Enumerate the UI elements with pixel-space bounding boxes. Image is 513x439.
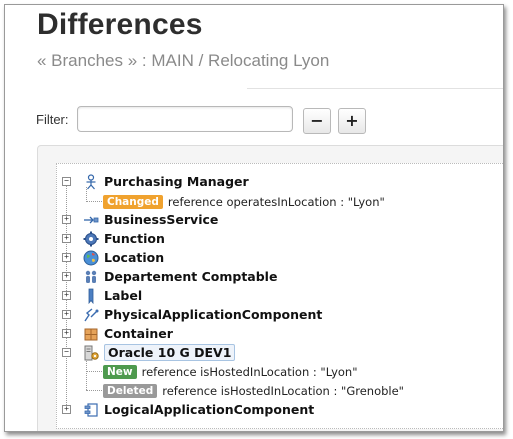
tree-node-label: Container: [104, 326, 173, 341]
logical-component-icon: [83, 402, 99, 418]
tree-line: [86, 371, 102, 372]
filter-label: Filter:: [36, 112, 69, 127]
breadcrumb-path: : MAIN / Relocating Lyon: [141, 51, 330, 70]
tree-toggle-collapse[interactable]: −: [62, 348, 71, 357]
tree-node-location[interactable]: Location: [83, 248, 164, 267]
tree-node-label: Oracle 10 G DEV1: [104, 344, 236, 361]
change-description: reference isHostedInLocation : "Grenoble…: [162, 383, 404, 398]
business-service-icon: [83, 212, 99, 228]
breadcrumb-branches-link[interactable]: « Branches »: [37, 51, 137, 70]
header-divider: [247, 88, 503, 89]
page-title: Differences: [37, 8, 203, 41]
tree-node-oracle-10g-dev1[interactable]: Oracle 10 G DEV1: [83, 343, 236, 362]
tree-node-label: BusinessService: [104, 212, 219, 227]
window-frame: Differences « Branches » : MAIN / Reloca…: [4, 4, 504, 432]
tree-toggle-expand[interactable]: +: [62, 310, 71, 319]
tree-node-label: Location: [104, 250, 165, 265]
tree-node-container[interactable]: Container: [83, 324, 173, 343]
deleted-badge: Deleted: [103, 383, 158, 398]
tree-toggle-expand[interactable]: +: [62, 291, 71, 300]
tree-node-business-service[interactable]: BusinessService: [83, 210, 218, 229]
container-icon: [83, 326, 99, 342]
tree-node-label-item[interactable]: Label: [83, 286, 142, 305]
group-icon: [83, 269, 99, 285]
tree-change-row: New reference isHostedInLocation : "Lyon…: [103, 362, 358, 381]
tree-toggle-expand[interactable]: +: [62, 215, 71, 224]
tree-toggle-expand[interactable]: +: [62, 272, 71, 281]
label-bookmark-icon: [83, 288, 99, 304]
location-globe-icon: [83, 250, 99, 266]
tree-node-physical-application-component[interactable]: PhysicalApplicationComponent: [83, 305, 322, 324]
tree-node-purchasing-manager[interactable]: Purchasing Manager: [83, 172, 249, 191]
actor-icon: [83, 173, 99, 190]
tree-node-label: PhysicalApplicationComponent: [104, 307, 323, 322]
tree-node-label: Departement Comptable: [104, 269, 278, 284]
collapse-all-button[interactable]: −: [303, 108, 331, 134]
tree-toggle-expand[interactable]: +: [62, 253, 71, 262]
change-description: reference operatesInLocation : "Lyon": [167, 194, 385, 209]
tree-change-row: Deleted reference isHostedInLocation : "…: [103, 381, 404, 400]
filter-input[interactable]: [77, 106, 293, 132]
server-icon: [83, 345, 99, 361]
change-description: reference isHostedInLocation : "Lyon": [141, 364, 358, 379]
tree-line: [86, 390, 102, 391]
tree-node-label: Label: [104, 288, 143, 303]
tree-toggle-expand[interactable]: +: [62, 234, 71, 243]
expand-all-button[interactable]: +: [338, 108, 366, 134]
physical-component-icon: [83, 307, 99, 323]
tree-line: [86, 201, 102, 202]
tree-node-label: LogicalApplicationComponent: [104, 402, 315, 417]
tree-line: [86, 358, 87, 390]
tree-toggle-expand[interactable]: +: [62, 329, 71, 338]
tree-node-function[interactable]: Function: [83, 229, 165, 248]
tree-node-label: Purchasing Manager: [104, 174, 249, 189]
tree-node-logical-application-component[interactable]: LogicalApplicationComponent: [83, 400, 314, 419]
tree-toggle-collapse[interactable]: −: [62, 177, 71, 186]
changed-badge: Changed: [103, 194, 163, 209]
tree-toggle-expand[interactable]: +: [62, 405, 71, 414]
tree-change-row: Changed reference operatesInLocation : "…: [103, 192, 385, 211]
tree-node-label: Function: [104, 231, 165, 246]
tree-node-departement-comptable[interactable]: Departement Comptable: [83, 267, 277, 286]
breadcrumb: « Branches » : MAIN / Relocating Lyon: [37, 51, 329, 71]
new-badge: New: [103, 364, 137, 379]
function-gear-icon: [83, 231, 99, 247]
